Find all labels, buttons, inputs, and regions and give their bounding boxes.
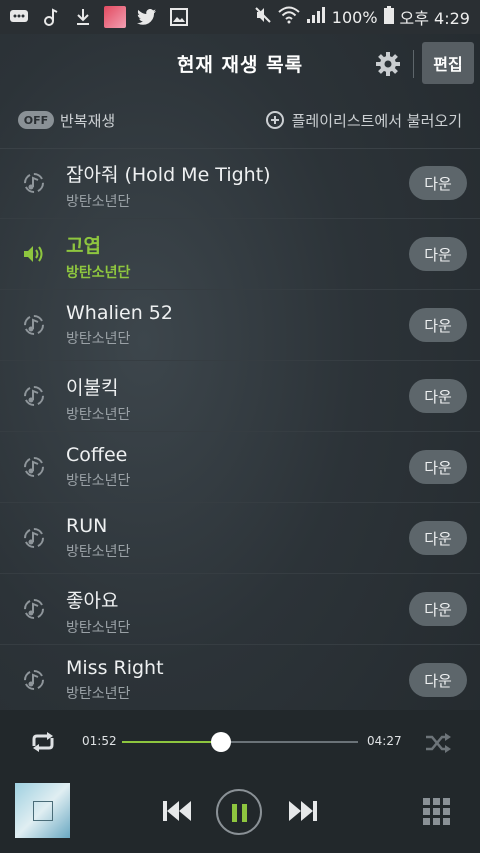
music-note-icon bbox=[22, 527, 46, 549]
download-button[interactable]: 다운 bbox=[409, 663, 467, 697]
next-track-icon[interactable] bbox=[288, 800, 318, 822]
song-artist: 방탄소년단 bbox=[66, 686, 131, 702]
load-playlist-button[interactable]: 플레이리스트에서 불러오기 bbox=[265, 110, 462, 131]
song-title: Miss Right bbox=[66, 657, 164, 679]
song-title: Whalien 52 bbox=[66, 302, 173, 324]
battery-percent: 100% bbox=[331, 7, 378, 27]
song-title: 고엽 bbox=[66, 235, 101, 257]
playlist-row[interactable]: 잡아줘 (Hold Me Tight) 방탄소년단 다운 bbox=[0, 148, 480, 219]
music-note-icon bbox=[22, 598, 46, 620]
download-button[interactable]: 다운 bbox=[409, 166, 467, 200]
album-art-frame bbox=[33, 801, 53, 821]
gallery-icon bbox=[168, 7, 190, 27]
song-title: 좋아요 bbox=[66, 590, 119, 612]
music-note-icon bbox=[22, 456, 46, 478]
song-title: Coffee bbox=[66, 444, 128, 466]
song-artist: 방탄소년단 bbox=[66, 544, 131, 560]
progress-row: 01:52 04:27 bbox=[0, 710, 480, 772]
player-bar: 01:52 04:27 bbox=[0, 710, 480, 853]
playlist: 잡아줘 (Hold Me Tight) 방탄소년단 다운 고엽 방탄소년단 다운 W… bbox=[0, 148, 480, 716]
song-artist: 방탄소년단 bbox=[66, 620, 131, 636]
song-title: RUN bbox=[66, 515, 108, 537]
song-artist: 방탄소년단 bbox=[66, 473, 131, 489]
song-artist: 방탄소년단 bbox=[66, 194, 131, 210]
load-playlist-label: 플레이리스트에서 불러오기 bbox=[291, 111, 462, 130]
notification-icons bbox=[0, 6, 190, 28]
music-note-icon bbox=[40, 7, 62, 27]
clock: 오후 4:29 bbox=[399, 9, 470, 28]
playlist-row[interactable]: Miss Right 방탄소년단 다운 bbox=[0, 645, 480, 716]
music-note-icon bbox=[22, 385, 46, 407]
header-divider bbox=[413, 50, 414, 78]
playlist-row-now-playing[interactable]: 고엽방탄소년단 다운 bbox=[0, 219, 480, 290]
song-title: 이불킥 bbox=[66, 377, 119, 399]
song-artist: 방탄소년단 bbox=[66, 265, 131, 281]
seek-bar-handle[interactable] bbox=[211, 732, 232, 752]
music-note-icon bbox=[22, 669, 46, 691]
song-artist: 방탄소년단 bbox=[66, 331, 131, 347]
system-status: 100% 오후 4:29 bbox=[254, 5, 480, 29]
pause-icon-bar bbox=[232, 804, 237, 822]
download-button[interactable]: 다운 bbox=[409, 521, 467, 555]
album-art-thumbnail[interactable] bbox=[15, 783, 70, 838]
playlist-row[interactable]: Whalien 52 방탄소년단 다운 bbox=[0, 290, 480, 361]
download-button[interactable]: 다운 bbox=[409, 592, 467, 626]
wifi-icon bbox=[278, 6, 300, 28]
repeat-toggle[interactable]: OFF bbox=[18, 111, 54, 129]
add-circle-icon bbox=[265, 111, 284, 129]
seek-bar-fill bbox=[122, 741, 222, 743]
playlist-row[interactable]: Coffee 방탄소년단 다운 bbox=[0, 432, 480, 503]
music-note-icon bbox=[22, 314, 46, 336]
pause-icon-bar bbox=[242, 804, 247, 822]
download-button[interactable]: 다운 bbox=[409, 450, 467, 484]
previous-track-icon[interactable] bbox=[162, 800, 192, 822]
song-title: 잡아줘 (Hold Me Tight) bbox=[66, 164, 271, 186]
playlist-row[interactable]: RUN 방탄소년단 다운 bbox=[0, 503, 480, 574]
edit-button[interactable]: 편집 bbox=[422, 42, 474, 84]
playlist-row[interactable]: 이불킥방탄소년단 다운 bbox=[0, 361, 480, 432]
shuffle-icon[interactable] bbox=[424, 732, 452, 754]
seek-bar[interactable] bbox=[122, 732, 358, 752]
download-button[interactable]: 다운 bbox=[409, 379, 467, 413]
mute-icon bbox=[254, 6, 272, 28]
download-button[interactable]: 다운 bbox=[409, 308, 467, 342]
twitter-icon bbox=[136, 7, 158, 27]
battery-icon bbox=[383, 6, 394, 28]
header: 현재 재생 목록 편집 bbox=[0, 34, 480, 92]
options-bar: OFF 반복재생 플레이리스트에서 불러오기 bbox=[0, 92, 480, 149]
download-icon bbox=[72, 7, 94, 27]
song-artist: 방탄소년단 bbox=[66, 407, 131, 423]
download-button[interactable]: 다운 bbox=[409, 237, 467, 271]
status-bar: 100% 오후 4:29 bbox=[0, 0, 480, 34]
grid-menu-icon[interactable] bbox=[423, 798, 450, 825]
chat-notification-icon bbox=[8, 7, 30, 27]
pause-button[interactable] bbox=[216, 789, 262, 835]
speaker-playing-icon bbox=[22, 243, 46, 265]
repeat-icon[interactable] bbox=[28, 732, 58, 752]
total-duration: 04:27 bbox=[367, 734, 402, 748]
elapsed-time: 01:52 bbox=[82, 734, 117, 748]
signal-icon bbox=[306, 6, 326, 28]
settings-gear-icon[interactable] bbox=[374, 50, 402, 78]
music-note-icon bbox=[22, 172, 46, 194]
page-title: 현재 재생 목록 bbox=[176, 53, 304, 76]
repeat-label[interactable]: 반복재생 bbox=[60, 110, 115, 131]
playlist-row[interactable]: 좋아요방탄소년단 다운 bbox=[0, 574, 480, 645]
app-thumbnail-icon bbox=[104, 6, 126, 28]
